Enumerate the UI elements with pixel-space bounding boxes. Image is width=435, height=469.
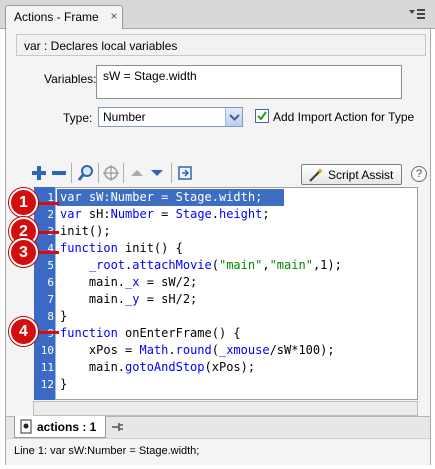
actions-tab-label: actions : 1 bbox=[37, 420, 97, 434]
move-down-icon[interactable] bbox=[148, 164, 166, 182]
help-icon[interactable]: ? bbox=[411, 166, 427, 182]
apply-icon[interactable] bbox=[176, 164, 194, 182]
actions-panel-tab[interactable]: Actions - Frame × bbox=[5, 5, 123, 29]
status-bar: Line 1: var sW:Number = Stage.width; bbox=[6, 438, 430, 465]
find-icon[interactable] bbox=[77, 164, 95, 182]
tab-label: Actions - Frame bbox=[14, 10, 99, 24]
description-bar: var : Declares local variables bbox=[16, 34, 426, 56]
marker-arrow bbox=[37, 251, 59, 254]
line-number: 4 bbox=[47, 242, 54, 255]
callout-marker: 1 bbox=[9, 188, 38, 217]
actions-script-tab[interactable]: actions : 1 bbox=[14, 416, 106, 438]
line-number: 6 bbox=[47, 276, 54, 289]
variables-label: Variables: bbox=[44, 72, 97, 86]
marker-arrow bbox=[37, 202, 59, 205]
code-line[interactable]: var sH:Number = Stage.height; bbox=[60, 206, 270, 223]
code-line[interactable]: function init() { bbox=[60, 240, 183, 257]
toolbar-divider bbox=[71, 163, 72, 183]
description-text: var : Declares local variables bbox=[24, 39, 178, 53]
script-file-icon bbox=[20, 419, 33, 434]
script-assist-button[interactable]: Script Assist bbox=[301, 164, 402, 185]
line-number: 5 bbox=[47, 259, 54, 272]
line-number: 7 bbox=[47, 293, 54, 306]
callout-marker: 3 bbox=[9, 238, 38, 267]
code-line[interactable]: init(); bbox=[60, 223, 111, 240]
line-number: 10 bbox=[40, 344, 54, 357]
line-number: 11 bbox=[40, 361, 54, 374]
code-line[interactable]: xPos = Math.round(_xmouse/sW*100); bbox=[60, 342, 335, 359]
type-label: Type: bbox=[63, 111, 93, 125]
remove-icon[interactable] bbox=[50, 164, 68, 182]
type-select[interactable]: Number bbox=[98, 107, 243, 127]
pin-script-icon[interactable] bbox=[109, 419, 125, 435]
close-icon[interactable]: × bbox=[107, 8, 121, 24]
move-up-icon[interactable] bbox=[128, 164, 146, 182]
panel-menu-icon[interactable] bbox=[407, 6, 427, 22]
code-line[interactable]: main._y = sH/2; bbox=[60, 291, 197, 308]
code-line[interactable]: _root.attachMovie("main","main",1); bbox=[60, 257, 342, 274]
callout-marker: 4 bbox=[9, 317, 38, 346]
add-icon[interactable] bbox=[30, 164, 48, 182]
toolbar-divider bbox=[171, 163, 172, 183]
code-line[interactable]: } bbox=[60, 376, 67, 393]
chevron-down-icon[interactable] bbox=[225, 108, 242, 126]
marker-arrow bbox=[37, 331, 59, 334]
script-assist-label: Script Assist bbox=[328, 168, 394, 182]
code-line[interactable]: var sW:Number = Stage.width; bbox=[60, 189, 262, 206]
import-action-label: Add Import Action for Type bbox=[273, 110, 415, 124]
import-action-checkbox[interactable] bbox=[255, 109, 269, 123]
code-line[interactable]: main.gotoAndStop(xPos); bbox=[60, 359, 255, 376]
toolbar-divider bbox=[98, 163, 99, 183]
toolbar-divider bbox=[123, 163, 124, 183]
variables-input[interactable]: sW = Stage.width bbox=[96, 65, 402, 99]
code-line[interactable]: } bbox=[60, 308, 67, 325]
line-number: 8 bbox=[47, 310, 54, 323]
line-number: 2 bbox=[47, 208, 54, 221]
line-number: 12 bbox=[40, 378, 54, 391]
code-line[interactable]: function onEnterFrame() { bbox=[60, 325, 241, 342]
horizontal-scrollbar[interactable] bbox=[33, 401, 418, 416]
marker-arrow bbox=[37, 231, 59, 234]
code-line[interactable]: main._x = sW/2; bbox=[60, 274, 197, 291]
status-text: Line 1: var sW:Number = Stage.width; bbox=[14, 445, 200, 457]
type-selected-value: Number bbox=[103, 110, 146, 124]
target-icon[interactable] bbox=[102, 164, 120, 182]
magic-wand-icon bbox=[307, 167, 325, 183]
